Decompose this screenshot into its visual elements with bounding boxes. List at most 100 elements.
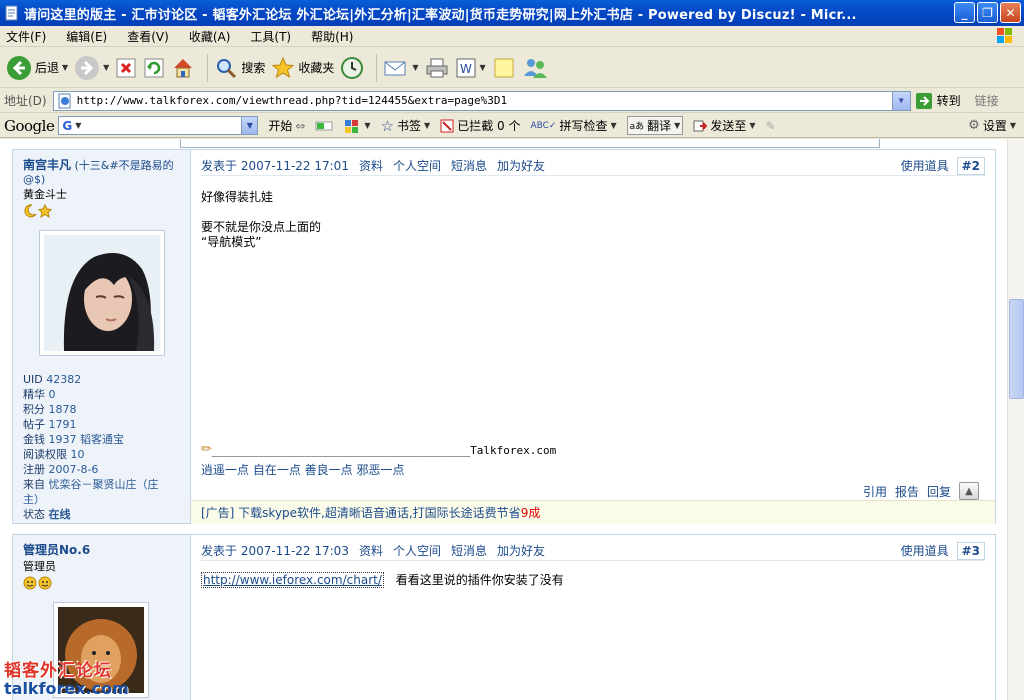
use-tools-link[interactable]: 使用道具 bbox=[901, 542, 949, 559]
settings-button[interactable]: ⚙ 设置 ▼ bbox=[968, 117, 1016, 134]
floor-number[interactable]: #3 bbox=[956, 541, 985, 560]
google-engine-dropdown-icon[interactable]: ▼ bbox=[75, 121, 81, 130]
menu-view[interactable]: 查看(V) bbox=[127, 28, 169, 45]
forum-post: 南宫丰凡 (十三&#不是路易的 @$) 黄金斗士 UID 42382 精华 0 … bbox=[12, 149, 996, 524]
report-link[interactable]: 报告 bbox=[895, 483, 919, 500]
close-button[interactable]: ✕ bbox=[1000, 2, 1021, 23]
post-line: 好像得装扎娃 bbox=[201, 190, 274, 204]
pagerank-button[interactable] bbox=[315, 119, 333, 133]
add-friend-link[interactable]: 加为好友 bbox=[497, 157, 545, 174]
profile-link[interactable]: 资料 bbox=[359, 542, 383, 559]
forward-dropdown-icon[interactable]: ▼ bbox=[103, 63, 109, 72]
stat-read-level: 阅读权限 10 bbox=[23, 448, 85, 461]
note-icon bbox=[494, 58, 514, 77]
sendto-label: 发送至 bbox=[710, 119, 747, 133]
minimize-button[interactable]: _ bbox=[954, 2, 975, 23]
floor-number[interactable]: #2 bbox=[956, 156, 985, 175]
home-button[interactable] bbox=[171, 56, 195, 80]
spellcheck-button[interactable]: ABC✓ 拼写检查 ▼ bbox=[530, 117, 616, 134]
translate-dropdown-icon[interactable]: ▼ bbox=[674, 121, 680, 130]
go-button[interactable]: 转到 bbox=[915, 92, 961, 110]
edit-dropdown-icon[interactable]: ▼ bbox=[480, 63, 486, 72]
post-body: http://www.ieforex.com/chart/ 看看这里说的插件你安… bbox=[201, 572, 564, 588]
bookmarks-label: 书签 bbox=[397, 119, 422, 133]
watermark-english: talkforex.com bbox=[4, 679, 129, 698]
forward-arrow-icon bbox=[75, 55, 100, 80]
edit-word-button[interactable]: W ▼ bbox=[455, 57, 486, 79]
menu-file[interactable]: 文件(F) bbox=[6, 28, 46, 45]
sendto-dropdown-icon[interactable]: ▼ bbox=[749, 121, 755, 130]
google-history-dropdown-icon[interactable]: ▼ bbox=[241, 117, 258, 134]
use-tools-link[interactable]: 使用道具 bbox=[901, 157, 949, 174]
messenger-button[interactable] bbox=[522, 56, 548, 80]
back-to-top-button[interactable]: ▲ bbox=[959, 482, 979, 500]
favorites-button[interactable]: 收藏夹 bbox=[271, 56, 334, 80]
print-button[interactable] bbox=[425, 56, 449, 80]
address-label: 地址(D) bbox=[4, 94, 47, 108]
menu-edit[interactable]: 编辑(E) bbox=[66, 28, 107, 45]
author-avatar[interactable] bbox=[39, 230, 165, 356]
spellcheck-dropdown-icon[interactable]: ▼ bbox=[610, 121, 616, 130]
mail-dropdown-icon[interactable]: ▼ bbox=[412, 63, 418, 72]
links-button[interactable]: 链接 bbox=[975, 92, 999, 109]
stop-button[interactable] bbox=[115, 57, 137, 79]
bookmarks-dropdown-icon[interactable]: ▼ bbox=[424, 121, 430, 130]
sendto-button[interactable]: 发送至 ▼ bbox=[693, 117, 755, 134]
vertical-scrollbar[interactable] bbox=[1007, 139, 1024, 700]
forward-button[interactable]: ▼ bbox=[74, 55, 109, 81]
avatar-image bbox=[44, 235, 160, 351]
smiley-icon bbox=[23, 576, 37, 590]
mail-button[interactable]: ▼ bbox=[383, 57, 419, 79]
word-icon: W bbox=[456, 58, 476, 77]
google-start-button[interactable]: 开始 ⇔ bbox=[268, 117, 305, 134]
author-username[interactable]: 南宫丰凡 bbox=[23, 158, 71, 172]
pm-link[interactable]: 短消息 bbox=[451, 157, 487, 174]
gmail-button[interactable]: ▼ bbox=[343, 118, 371, 134]
history-button[interactable] bbox=[340, 56, 364, 80]
post-link[interactable]: http://www.ieforex.com/chart/ bbox=[201, 572, 384, 588]
post-line: “导航模式” bbox=[201, 235, 262, 249]
space-link[interactable]: 个人空间 bbox=[393, 157, 441, 174]
google-search-input[interactable]: G ▼ ▼ bbox=[58, 116, 259, 135]
signature-divider: _______________________________________T… bbox=[211, 444, 557, 457]
sendto-icon bbox=[693, 120, 708, 131]
settings-dropdown-icon[interactable]: ▼ bbox=[1010, 121, 1016, 130]
popup-blocker-button[interactable]: 已拦截 0 个 bbox=[440, 117, 520, 134]
menu-tools[interactable]: 工具(T) bbox=[250, 28, 291, 45]
reply-link[interactable]: 回复 bbox=[927, 483, 951, 500]
translate-button[interactable]: aあ 翻译 ▼ bbox=[626, 116, 684, 135]
author-nickname-cont: @$) bbox=[23, 173, 46, 186]
menu-favorites[interactable]: 收藏(A) bbox=[189, 28, 231, 45]
post-actions: 引用 报告 回复 ▲ bbox=[863, 482, 979, 500]
quote-link[interactable]: 引用 bbox=[863, 483, 887, 500]
scrollbar-thumb[interactable] bbox=[1009, 299, 1024, 399]
add-friend-link[interactable]: 加为好友 bbox=[497, 542, 545, 559]
bookmark-star-icon: ☆ bbox=[380, 116, 395, 135]
profile-link[interactable]: 资料 bbox=[359, 157, 383, 174]
google-logo[interactable]: Google bbox=[4, 117, 55, 135]
address-input[interactable]: http://www.talkforex.com/viewthread.php?… bbox=[52, 90, 911, 111]
bookmarks-button[interactable]: ☆ 书签 ▼ bbox=[381, 117, 431, 135]
back-button[interactable]: 后退 ▼ bbox=[6, 55, 68, 81]
ad-banner[interactable]: [广告] 下载skype软件,超清晰语音通话,打国际长途话费节省 9成 bbox=[191, 500, 995, 524]
post-time: 发表于 2007-11-22 17:03 bbox=[201, 544, 349, 558]
stat-uid: UID 42382 bbox=[23, 373, 82, 386]
discuss-button[interactable] bbox=[492, 56, 516, 80]
search-button[interactable]: 搜索 bbox=[214, 56, 265, 80]
spellcheck-label: 拼写检查 bbox=[559, 119, 608, 133]
puzzle-dropdown-icon[interactable]: ▼ bbox=[364, 121, 370, 130]
highlight-button[interactable]: ✎ bbox=[765, 119, 775, 133]
go-arrow-icon bbox=[915, 92, 932, 109]
refresh-button[interactable] bbox=[143, 57, 165, 79]
menu-help[interactable]: 帮助(H) bbox=[311, 28, 353, 45]
pm-link[interactable]: 短消息 bbox=[451, 542, 487, 559]
maximize-button[interactable]: ❐ bbox=[977, 2, 998, 23]
stat-digest: 精华 0 bbox=[23, 388, 56, 401]
space-link[interactable]: 个人空间 bbox=[393, 542, 441, 559]
stat-registered: 注册 2007-8-6 bbox=[23, 463, 99, 476]
toolbar-separator bbox=[207, 53, 209, 82]
author-username[interactable]: 管理员No.6 bbox=[23, 541, 190, 558]
address-dropdown-icon[interactable]: ▼ bbox=[891, 91, 910, 110]
site-watermark: 韬客外汇论坛 talkforex.com bbox=[4, 656, 129, 698]
back-dropdown-icon[interactable]: ▼ bbox=[62, 63, 68, 72]
